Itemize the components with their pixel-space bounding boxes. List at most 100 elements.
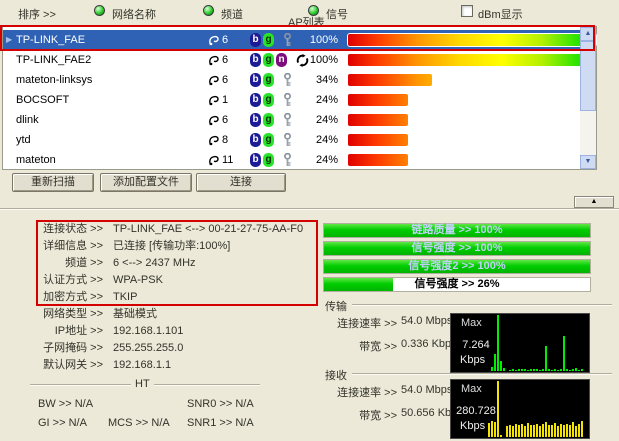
dbm-display-checkbox[interactable]	[461, 5, 473, 17]
dbm-display-label[interactable]: dBm显示	[478, 6, 523, 22]
collapse-icon: ▲	[591, 198, 598, 205]
ap-ssid: dlink	[16, 110, 39, 130]
quality-bar-label: 信号强度 >> 26%	[324, 278, 590, 291]
ap-channel: 11	[222, 150, 242, 170]
ap-signal-percent: 24%	[303, 130, 338, 150]
status-row: 连接状态 >> TP-LINK_FAE <--> 00-21-27-75-AA-…	[0, 221, 320, 238]
tx-max-unit: Kbps	[460, 354, 485, 366]
ap-list-row[interactable]: ▶ TP-LINK_FAE 6 bg 100%	[3, 30, 580, 50]
scroll-up-button[interactable]: ▲	[580, 27, 596, 41]
ap-mode-icons: bg	[250, 33, 292, 47]
mode-g-icon: g	[263, 93, 274, 107]
ap-list-row[interactable]: mateton 11 bg 24%	[3, 150, 580, 170]
ht-item-value: N/A	[69, 417, 87, 429]
status-value: 192.168.1.1	[113, 357, 171, 374]
status-row: 子网掩码 >> 255.255.255.0	[0, 340, 320, 357]
ap-signal-bar	[348, 134, 408, 146]
ap-signal-bar	[348, 54, 596, 66]
quality-bar: 信号强度2 >> 100%	[323, 259, 591, 274]
rx-max-unit: Kbps	[460, 420, 485, 432]
quality-bar-label: 链路质量 >> 100%	[324, 224, 590, 237]
status-row: 详细信息 >> 已连接 [传输功率:100%]	[0, 238, 320, 255]
status-value: WPA-PSK	[113, 272, 163, 289]
ap-ssid: mateton-linksys	[16, 70, 92, 90]
ht-item-label: GI >>	[38, 417, 66, 429]
sort-by-name-radio[interactable]	[94, 5, 105, 16]
ht-item: BW >> N/A	[38, 398, 93, 410]
channel-icon	[208, 154, 220, 166]
ap-list-row[interactable]: ytd 8 bg 24%	[3, 130, 580, 150]
mode-g-icon: g	[263, 33, 274, 47]
sort-by-channel-label[interactable]: 频道	[221, 6, 243, 22]
status-value: 6 <--> 2437 MHz	[113, 255, 196, 272]
status-row: 加密方式 >> TKIP	[0, 289, 320, 306]
transmit-chart: Max 7.264 Kbps	[450, 313, 590, 373]
mode-b-icon: b	[250, 33, 261, 47]
ap-signal-bar	[348, 114, 408, 126]
sort-by-name-label[interactable]: 网络名称	[112, 6, 156, 22]
ap-channel: 8	[222, 130, 242, 150]
lock-key-icon	[283, 133, 292, 147]
channel-icon	[208, 134, 220, 146]
status-value: 255.255.255.0	[113, 340, 183, 357]
status-label: 连接状态 >>	[0, 221, 103, 238]
ap-ssid: TP-LINK_FAE	[16, 30, 85, 50]
transmit-title: 传输	[325, 298, 347, 314]
add-profile-button[interactable]: 添加配置文件	[100, 173, 192, 192]
section-divider	[0, 208, 619, 209]
ht-item-label: SNR1 >>	[187, 417, 232, 429]
channel-icon	[208, 94, 220, 106]
mode-b-icon: b	[250, 73, 261, 87]
status-row: 默认网关 >> 192.168.1.1	[0, 357, 320, 374]
sort-by-channel-radio[interactable]	[203, 5, 214, 16]
channel-icon	[208, 54, 220, 66]
scroll-thumb[interactable]	[580, 41, 596, 111]
tx-bw-label: 带宽 >>	[320, 338, 397, 354]
ht-item: GI >> N/A	[38, 417, 87, 429]
connect-button[interactable]: 连接	[196, 173, 286, 192]
ap-mode-icons: bg	[250, 73, 292, 87]
ap-mode-icons: bg	[250, 133, 292, 147]
ap-signal-bar	[348, 94, 408, 106]
rx-rate-value: 54.0 Mbps	[401, 384, 452, 396]
sort-by-signal-label[interactable]: 信号	[326, 6, 348, 22]
mode-b-icon: b	[250, 113, 261, 127]
ap-list-row[interactable]: dlink 6 bg 24%	[3, 110, 580, 130]
ap-list-scrollbar[interactable]: ▲ ▼	[580, 27, 596, 169]
ap-list-row[interactable]: TP-LINK_FAE2 6 bgn 100%	[3, 50, 580, 70]
status-value: 基础模式	[113, 306, 157, 323]
status-label: 网络类型 >>	[0, 306, 103, 323]
quality-bar-label: 信号强度2 >> 100%	[324, 260, 590, 273]
ap-list-row[interactable]: BOCSOFT 1 bg 24%	[3, 90, 580, 110]
collapse-panel-button[interactable]: ▲	[574, 196, 614, 208]
rx-max-label: Max	[461, 383, 482, 395]
rescan-button[interactable]: 重新扫描	[12, 173, 94, 192]
channel-icon	[208, 114, 220, 126]
ht-item: MCS >> N/A	[108, 417, 170, 429]
mode-b-icon: b	[250, 93, 261, 107]
ap-signal-bar	[348, 74, 432, 86]
mode-b-icon: b	[250, 153, 261, 167]
ap-rows-container: ▶ TP-LINK_FAE 6 bg 100% TP-LINK_FAE2	[3, 27, 580, 169]
transmit-divider	[352, 304, 612, 305]
mode-g-icon: g	[263, 153, 274, 167]
ap-list-row[interactable]: mateton-linksys 6 bg 34%	[3, 70, 580, 90]
ap-mode-icons: bgn	[250, 53, 309, 67]
rx-bw-label: 带宽 >>	[320, 407, 397, 423]
status-label: IP地址 >>	[0, 323, 103, 340]
ap-mode-icons: bg	[250, 93, 292, 107]
ap-signal-percent: 34%	[303, 70, 338, 90]
quality-bar: 链路质量 >> 100%	[323, 223, 591, 238]
ap-signal-percent: 24%	[303, 150, 338, 170]
status-label: 频道 >>	[0, 255, 103, 272]
ap-signal-bar	[348, 34, 596, 46]
tx-rate-label: 连接速率 >>	[320, 315, 397, 331]
sort-label: 排序 >>	[18, 6, 56, 22]
mode-b-icon: b	[250, 53, 261, 67]
status-value: 192.168.1.101	[113, 323, 183, 340]
quality-bar: 信号强度 >> 100%	[323, 241, 591, 256]
mode-g-icon: g	[263, 53, 274, 67]
ap-channel: 6	[222, 70, 242, 90]
scroll-down-button[interactable]: ▼	[580, 155, 596, 169]
ht-item-value: N/A	[75, 398, 93, 410]
